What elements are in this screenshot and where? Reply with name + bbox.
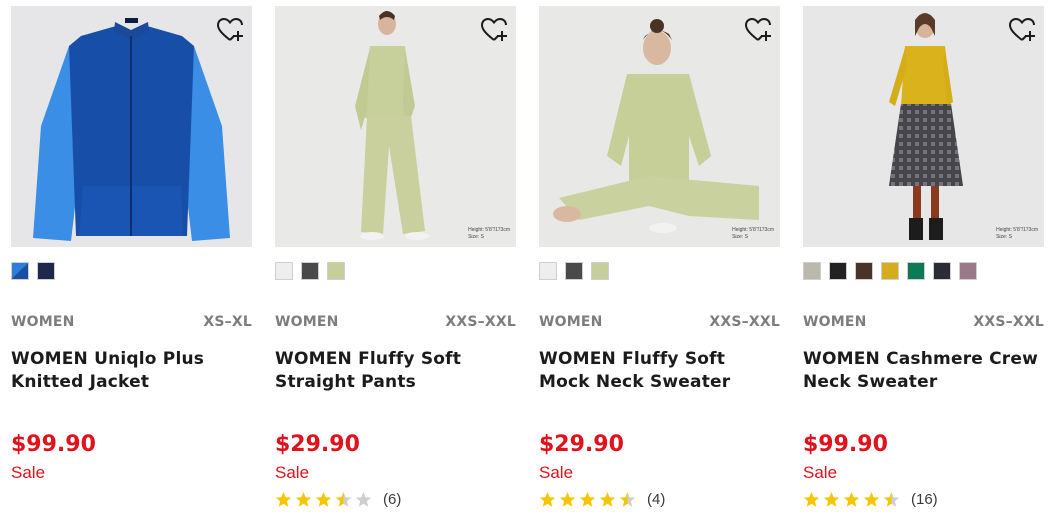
product-meta: WOMEN XXS–XXL [539, 314, 780, 330]
review-count[interactable]: (4) [647, 491, 665, 508]
rating: (16) [803, 488, 1044, 510]
review-count[interactable]: (16) [911, 491, 938, 508]
size-range: XXS–XXL [973, 314, 1044, 330]
model-size: Size: S [996, 234, 1012, 240]
model-height: Height: 5'8"/173cm [732, 227, 774, 233]
sale-label: Sale [275, 463, 310, 482]
size-range: XS–XL [203, 314, 252, 330]
star-icon [579, 491, 596, 507]
color-swatches [275, 262, 516, 280]
color-swatch[interactable] [565, 262, 583, 280]
star-icon [863, 491, 880, 507]
model-height: Height: 5'8"/173cm [996, 227, 1038, 233]
color-swatch[interactable] [301, 262, 319, 280]
product-name[interactable]: WOMEN Fluffy Soft Straight Pants [275, 348, 516, 394]
product-card[interactable]: Height: 5'8"/173cm Size: S WOMEN XXS–XXL … [803, 6, 1044, 510]
star-icon [539, 491, 556, 507]
color-swatch[interactable] [539, 262, 557, 280]
product-price: $29.90 [275, 432, 360, 457]
sale-label: Sale [803, 463, 838, 482]
model-size: Size: S [732, 234, 748, 240]
size-range: XXS–XXL [445, 314, 516, 330]
model-info-tag: Height: 5'8"/173cm Size: S [996, 227, 1038, 241]
star-icon [355, 491, 372, 507]
review-count[interactable]: (6) [383, 491, 401, 508]
rating: (6) [275, 488, 516, 510]
product-name[interactable]: WOMEN Cashmere Crew Neck Sweater [803, 348, 1044, 394]
star-icon [803, 491, 820, 507]
color-swatches [803, 262, 1044, 280]
color-swatch[interactable] [855, 262, 873, 280]
product-grid: WOMEN XS–XL WOMEN Uniqlo Plus Knitted Ja… [0, 0, 1054, 527]
color-swatch[interactable] [803, 262, 821, 280]
color-swatches [539, 262, 780, 280]
product-meta: WOMEN XXS–XXL [275, 314, 516, 330]
gender-label: WOMEN [275, 314, 339, 330]
star-icon [599, 491, 616, 507]
product-name[interactable]: WOMEN Fluffy Soft Mock Neck Sweater [539, 348, 780, 394]
product-card[interactable]: Height: 5'8"/173cm Size: S WOMEN XXS–XXL … [539, 6, 780, 510]
gender-label: WOMEN [803, 314, 867, 330]
product-image[interactable]: Height: 5'8"/173cm Size: S [275, 6, 516, 247]
sale-label: Sale [11, 463, 46, 482]
rating [11, 488, 252, 510]
star-icon [335, 491, 352, 507]
color-swatch[interactable] [907, 262, 925, 280]
product-image[interactable]: Height: 5'8"/173cm Size: S [803, 6, 1044, 247]
product-image[interactable] [11, 6, 252, 247]
color-swatch[interactable] [829, 262, 847, 280]
product-meta: WOMEN XXS–XXL [803, 314, 1044, 330]
gender-label: WOMEN [11, 314, 75, 330]
star-icon [883, 491, 900, 507]
star-icon [559, 491, 576, 507]
gender-label: WOMEN [539, 314, 603, 330]
color-swatch[interactable] [37, 262, 55, 280]
sale-label: Sale [539, 463, 574, 482]
color-swatch[interactable] [591, 262, 609, 280]
color-swatch[interactable] [11, 262, 29, 280]
star-icon [275, 491, 292, 507]
color-swatch[interactable] [933, 262, 951, 280]
product-image[interactable]: Height: 5'8"/173cm Size: S [539, 6, 780, 247]
product-price: $99.90 [803, 432, 888, 457]
color-swatch[interactable] [959, 262, 977, 280]
star-icon [843, 491, 860, 507]
color-swatches [11, 262, 252, 280]
product-name[interactable]: WOMEN Uniqlo Plus Knitted Jacket [11, 348, 252, 394]
star-icon [619, 491, 636, 507]
add-to-wishlist-heart-icon[interactable] [1008, 16, 1036, 44]
star-icon [823, 491, 840, 507]
star-icon [315, 491, 332, 507]
product-price: $29.90 [539, 432, 624, 457]
add-to-wishlist-heart-icon[interactable] [744, 16, 772, 44]
size-range: XXS–XXL [709, 314, 780, 330]
rating: (4) [539, 488, 780, 510]
product-meta: WOMEN XS–XL [11, 314, 252, 330]
add-to-wishlist-heart-icon[interactable] [216, 16, 244, 44]
product-card[interactable]: WOMEN XS–XL WOMEN Uniqlo Plus Knitted Ja… [11, 6, 252, 510]
model-height: Height: 5'8"/173cm [468, 227, 510, 233]
model-info-tag: Height: 5'8"/173cm Size: S [732, 227, 774, 241]
star-icon [295, 491, 312, 507]
color-swatch[interactable] [275, 262, 293, 280]
model-info-tag: Height: 5'8"/173cm Size: S [468, 227, 510, 241]
color-swatch[interactable] [881, 262, 899, 280]
color-swatch[interactable] [327, 262, 345, 280]
model-size: Size: S [468, 234, 484, 240]
add-to-wishlist-heart-icon[interactable] [480, 16, 508, 44]
product-price: $99.90 [11, 432, 96, 457]
product-card[interactable]: Height: 5'8"/173cm Size: S WOMEN XXS–XXL … [275, 6, 516, 510]
